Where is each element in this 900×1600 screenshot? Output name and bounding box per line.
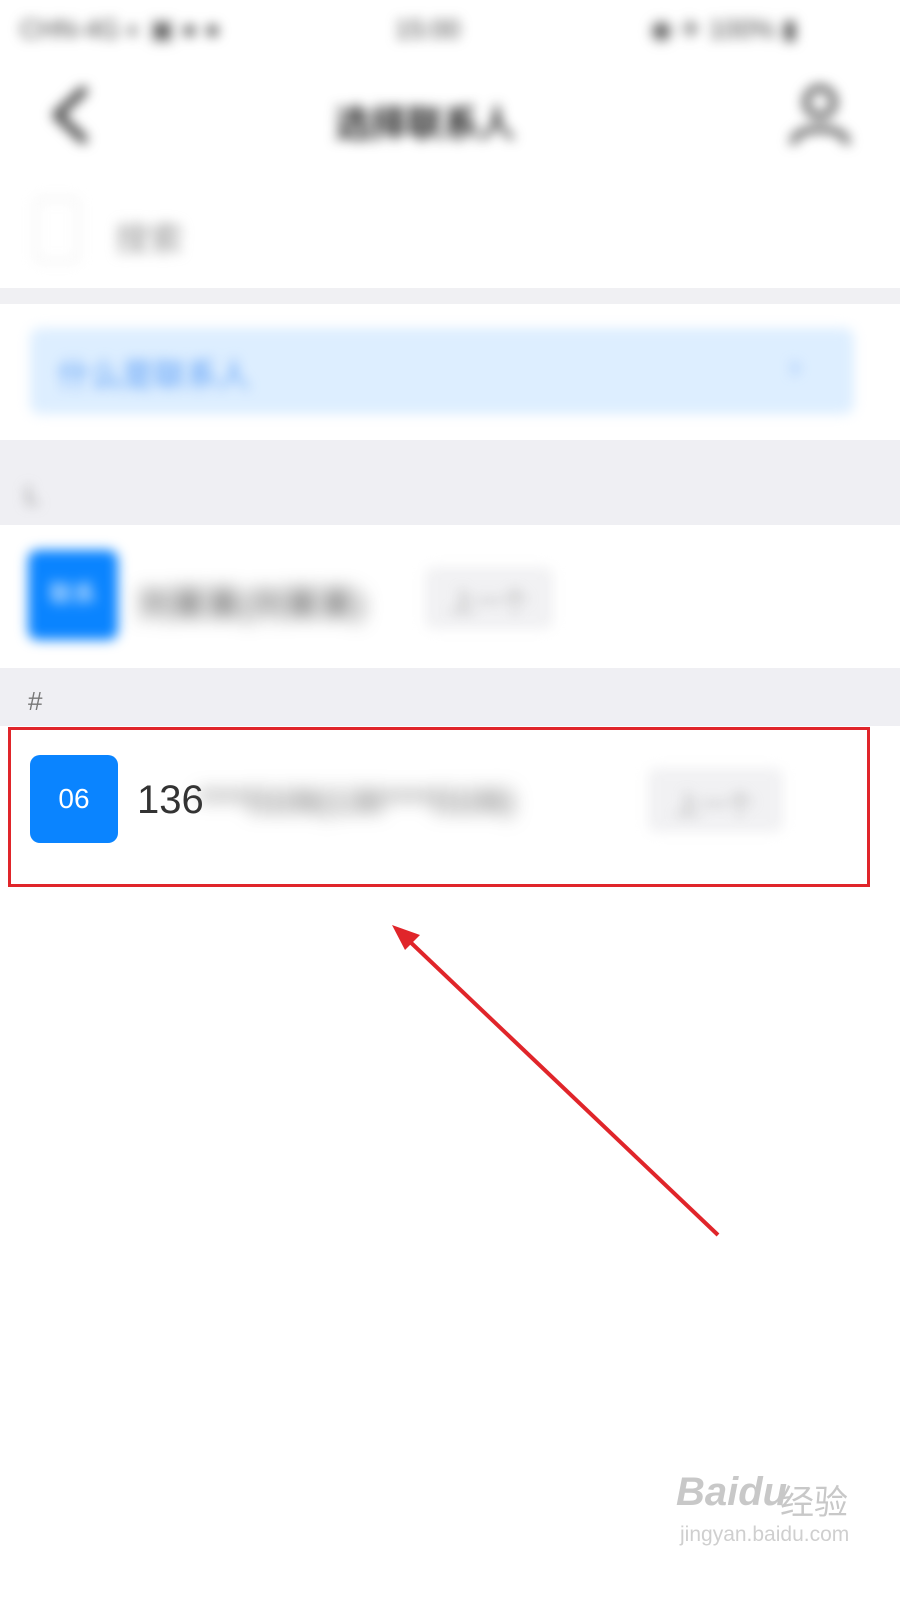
watermark-url: jingyan.baidu.com [680,1523,850,1546]
baidu-logo: Baidu [676,1470,788,1514]
watermark-label: 经验 [780,1484,848,1522]
annotation-arrow [392,925,720,1237]
